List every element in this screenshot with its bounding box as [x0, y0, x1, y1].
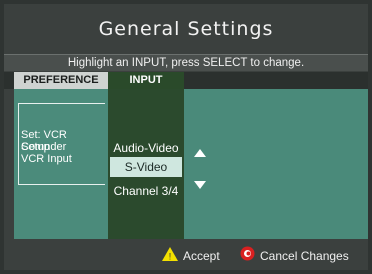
footer-legend: ! Accept Cancel Changes: [4, 240, 368, 270]
red-circle-icon: [240, 246, 255, 261]
yellow-triangle-icon: !: [162, 247, 178, 261]
preference-line-2: Setup: [21, 141, 50, 153]
svg-text:!: !: [169, 252, 172, 262]
input-option-audio-video[interactable]: Audio-Video: [108, 141, 184, 155]
preference-line-3: VCR Input: [21, 153, 72, 165]
column-headers: PREFERENCE INPUT: [4, 72, 368, 89]
triangle-up-icon[interactable]: [194, 149, 206, 157]
help-text: Highlight an INPUT, press SELECT to chan…: [4, 54, 368, 71]
column-header-preference[interactable]: PREFERENCE: [14, 72, 108, 89]
accept-label[interactable]: Accept: [183, 249, 220, 263]
cancel-changes-label[interactable]: Cancel Changes: [260, 249, 349, 263]
page-title: General Settings: [98, 18, 274, 40]
input-option-s-video[interactable]: S-Video: [110, 157, 182, 177]
column-header-input[interactable]: INPUT: [108, 72, 184, 89]
triangle-down-icon[interactable]: [194, 181, 206, 189]
input-option-channel-3-4[interactable]: Channel 3/4: [108, 184, 184, 198]
input-column: Audio-Video S-Video Channel 3/4: [108, 89, 184, 239]
preference-column: Set: VCR Comnder Setup VCR Input: [14, 89, 108, 239]
settings-panel: Set: VCR Comnder Setup VCR Input Audio-V…: [14, 89, 368, 239]
settings-screen: General Settings Highlight an INPUT, pre…: [4, 4, 368, 270]
